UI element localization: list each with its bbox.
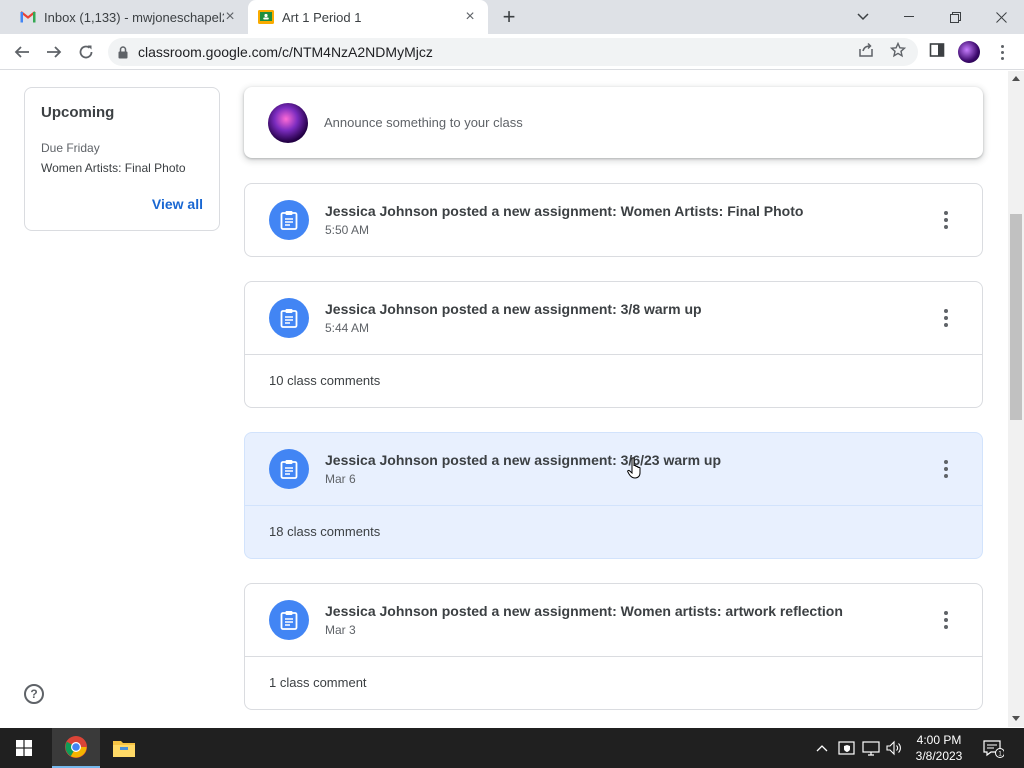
minimize-icon[interactable]: [886, 0, 932, 34]
post-title[interactable]: Jessica Johnson posted a new assignment:…: [325, 452, 721, 468]
post-title[interactable]: Jessica Johnson posted a new assignment:…: [325, 603, 843, 619]
file-explorer-icon[interactable]: [100, 728, 148, 768]
stream-post[interactable]: Jessica Johnson posted a new assignment:…: [244, 583, 983, 710]
taskbar-clock[interactable]: 4:00 PM 3/8/2023: [912, 732, 966, 764]
restore-icon[interactable]: [932, 0, 978, 34]
browser-toolbar: classroom.google.com/c/NTM4NzA2NDMyMjcz: [0, 34, 1024, 70]
assignment-icon: [269, 600, 309, 640]
stream-post[interactable]: Jessica Johnson posted a new assignment:…: [244, 183, 983, 257]
gmail-icon: [20, 9, 36, 25]
security-center-icon[interactable]: [838, 728, 856, 768]
help-icon[interactable]: ?: [24, 684, 44, 704]
assignment-icon: [269, 200, 309, 240]
url-text: classroom.google.com/c/NTM4NzA2NDMyMjcz: [138, 44, 433, 60]
user-avatar: [268, 102, 308, 143]
share-icon[interactable]: [856, 40, 876, 60]
assignment-icon: [269, 449, 309, 489]
post-time: 5:44 AM: [325, 321, 370, 335]
close-tab-icon[interactable]: ×: [222, 9, 238, 25]
upcoming-item-link[interactable]: Women Artists: Final Photo: [41, 161, 203, 175]
classroom-icon: [258, 9, 274, 25]
tab-label: Inbox (1,133) - mwjoneschapel26: [44, 9, 224, 25]
chrome-taskbar-icon[interactable]: [52, 728, 100, 768]
class-comments-link[interactable]: 10 class comments: [245, 354, 982, 406]
stream-post[interactable]: Jessica Johnson posted a new assignment:…: [244, 432, 983, 559]
scroll-up-arrow-icon[interactable]: [1012, 76, 1020, 81]
view-all-link[interactable]: View all: [152, 196, 203, 212]
class-comments-link[interactable]: 1 class comment: [245, 656, 982, 708]
announce-box[interactable]: Announce something to your class: [244, 87, 983, 158]
announce-placeholder: Announce something to your class: [324, 115, 523, 130]
post-time: 5:50 AM: [325, 223, 370, 237]
more-options-icon[interactable]: [936, 610, 956, 630]
back-arrow-icon[interactable]: [10, 40, 34, 64]
close-window-icon[interactable]: [978, 0, 1024, 34]
assignment-icon: [269, 298, 309, 338]
notification-center-icon[interactable]: 1: [982, 728, 1004, 768]
post-time: Mar 3: [325, 623, 356, 637]
address-bar[interactable]: classroom.google.com/c/NTM4NzA2NDMyMjcz: [108, 38, 918, 66]
post-time: Mar 6: [325, 472, 356, 486]
show-hidden-icons-chevron-icon[interactable]: [816, 728, 828, 768]
tab-inbox[interactable]: Inbox (1,133) - mwjoneschapel26 ×: [8, 0, 248, 34]
post-title[interactable]: Jessica Johnson posted a new assignment:…: [325, 301, 702, 317]
windows-taskbar: 4:00 PM 3/8/2023 1: [0, 728, 1024, 768]
tab-label: Art 1 Period 1: [282, 9, 362, 25]
profile-avatar[interactable]: [958, 41, 980, 63]
tab-search-chevron-icon[interactable]: [840, 0, 886, 34]
browser-tab-strip: Inbox (1,133) - mwjoneschapel26 × Art 1 …: [0, 0, 1024, 34]
upcoming-title: Upcoming: [41, 104, 115, 121]
post-title[interactable]: Jessica Johnson posted a new assignment:…: [325, 203, 803, 219]
scroll-down-arrow-icon[interactable]: [1012, 716, 1020, 721]
reload-icon[interactable]: [74, 40, 98, 64]
lock-icon[interactable]: [118, 45, 128, 59]
upcoming-due-label: Due Friday: [41, 141, 100, 155]
new-tab-icon[interactable]: +: [498, 6, 520, 29]
classroom-stream-page: Upcoming Due Friday Women Artists: Final…: [0, 71, 1024, 727]
more-options-icon[interactable]: [936, 210, 956, 230]
forward-arrow-icon[interactable]: [42, 40, 66, 64]
side-panel-icon[interactable]: [927, 40, 947, 60]
hand-cursor-icon: [627, 457, 641, 479]
more-options-icon[interactable]: [936, 308, 956, 328]
class-comments-link[interactable]: 18 class comments: [245, 505, 982, 557]
stream-post[interactable]: Jessica Johnson posted a new assignment:…: [244, 281, 983, 408]
close-tab-icon[interactable]: ×: [462, 9, 478, 25]
bookmark-star-icon[interactable]: [888, 40, 908, 60]
clock-time: 4:00 PM: [916, 733, 962, 747]
more-options-icon[interactable]: [936, 459, 956, 479]
windows-start-icon[interactable]: [0, 728, 48, 768]
browser-menu-icon[interactable]: [994, 40, 1010, 64]
tab-art-1-period-1[interactable]: Art 1 Period 1 ×: [248, 0, 488, 34]
clock-date: 3/8/2023: [915, 749, 963, 763]
volume-icon[interactable]: [886, 728, 902, 768]
scrollbar-thumb[interactable]: [1010, 214, 1022, 420]
notification-badge: 1: [998, 750, 1002, 757]
network-icon[interactable]: [862, 728, 880, 768]
upcoming-panel: Upcoming Due Friday Women Artists: Final…: [24, 87, 220, 231]
